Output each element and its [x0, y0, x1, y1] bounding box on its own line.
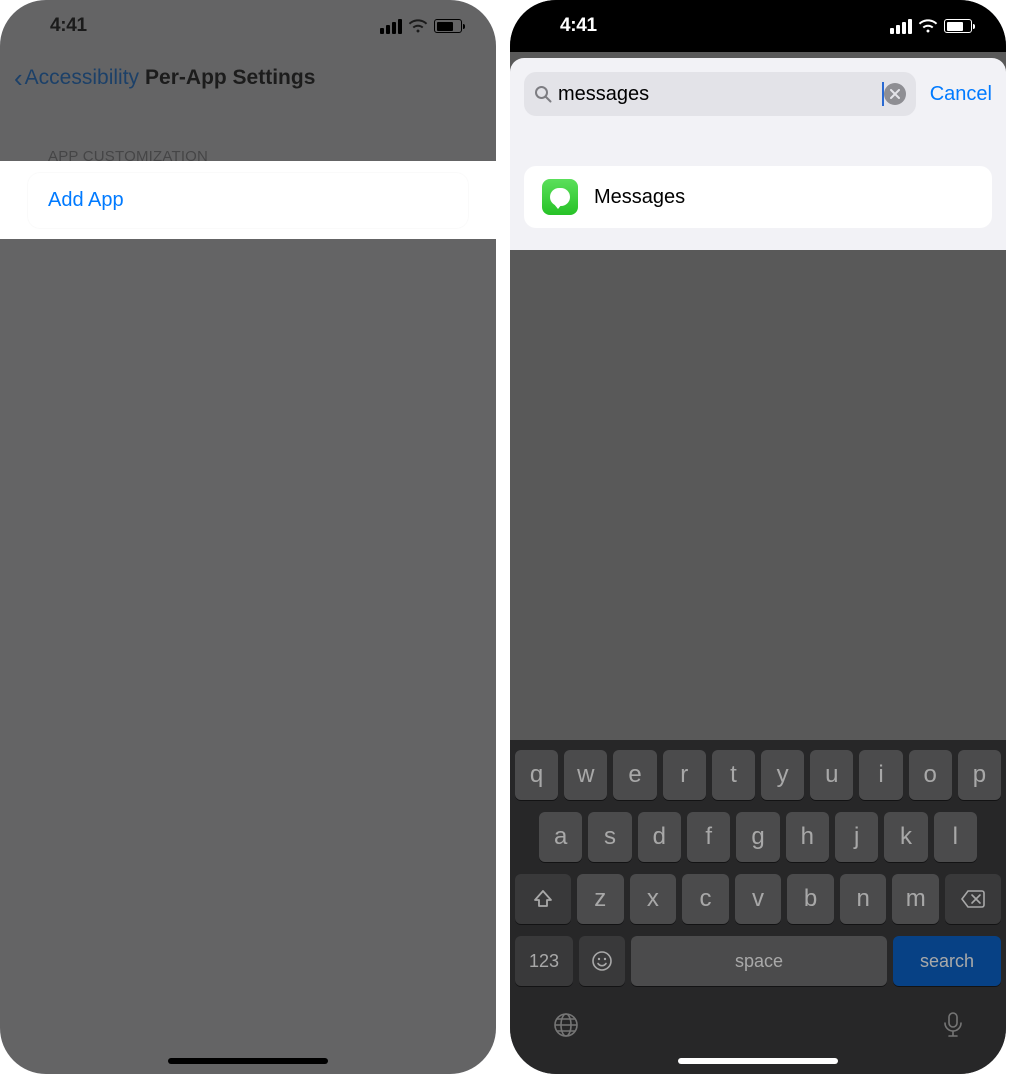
- globe-key[interactable]: [551, 1010, 581, 1040]
- search-sheet: Cancel Messages: [510, 58, 1006, 250]
- key-g[interactable]: g: [736, 812, 779, 862]
- highlighted-region: Add App: [0, 161, 496, 239]
- key-t[interactable]: t: [712, 750, 755, 800]
- key-r[interactable]: r: [663, 750, 706, 800]
- key-m[interactable]: m: [892, 874, 939, 924]
- key-k[interactable]: k: [884, 812, 927, 862]
- key-x[interactable]: x: [630, 874, 677, 924]
- keyboard[interactable]: qwertyuiop asdfghjkl zxcvbnm 123 space s…: [510, 740, 1006, 1074]
- key-f[interactable]: f: [687, 812, 730, 862]
- status-bar: 4:41: [510, 0, 1006, 52]
- key-b[interactable]: b: [787, 874, 834, 924]
- battery-icon: [944, 19, 972, 33]
- right-screenshot: 4:41 Cancel: [510, 0, 1006, 1074]
- result-row-messages[interactable]: Messages: [524, 166, 992, 228]
- search-input[interactable]: [558, 83, 883, 106]
- key-h[interactable]: h: [786, 812, 829, 862]
- key-l[interactable]: l: [934, 812, 977, 862]
- result-label: Messages: [594, 186, 685, 209]
- key-s[interactable]: s: [588, 812, 631, 862]
- search-key[interactable]: search: [893, 936, 1001, 986]
- numbers-key[interactable]: 123: [515, 936, 573, 986]
- backspace-key[interactable]: [945, 874, 1001, 924]
- key-y[interactable]: y: [761, 750, 804, 800]
- home-indicator[interactable]: [678, 1058, 838, 1064]
- wifi-icon: [918, 19, 938, 34]
- key-i[interactable]: i: [859, 750, 902, 800]
- cellular-icon: [380, 19, 402, 34]
- key-u[interactable]: u: [810, 750, 853, 800]
- shift-key[interactable]: [515, 874, 571, 924]
- home-indicator[interactable]: [168, 1058, 328, 1064]
- messages-app-icon: [542, 179, 578, 215]
- search-results: Messages: [524, 166, 992, 228]
- cellular-icon: [890, 19, 912, 34]
- key-e[interactable]: e: [613, 750, 656, 800]
- dictation-key[interactable]: [941, 1010, 965, 1040]
- key-q[interactable]: q: [515, 750, 558, 800]
- key-c[interactable]: c: [682, 874, 729, 924]
- key-j[interactable]: j: [835, 812, 878, 862]
- key-n[interactable]: n: [840, 874, 887, 924]
- status-bar: 4:41: [0, 0, 496, 52]
- left-screenshot: ‹ Accessibility Per-App Settings APP CUS…: [0, 0, 496, 1074]
- cancel-button[interactable]: Cancel: [930, 83, 992, 106]
- key-o[interactable]: o: [909, 750, 952, 800]
- key-p[interactable]: p: [958, 750, 1001, 800]
- battery-icon: [434, 19, 462, 33]
- emoji-key[interactable]: [579, 936, 625, 986]
- add-app-button[interactable]: Add App: [28, 173, 468, 228]
- key-v[interactable]: v: [735, 874, 782, 924]
- key-w[interactable]: w: [564, 750, 607, 800]
- key-a[interactable]: a: [539, 812, 582, 862]
- key-z[interactable]: z: [577, 874, 624, 924]
- search-icon: [534, 85, 552, 103]
- space-key[interactable]: space: [631, 936, 887, 986]
- status-time: 4:41: [50, 15, 87, 37]
- key-d[interactable]: d: [638, 812, 681, 862]
- clear-search-button[interactable]: [884, 83, 906, 105]
- wifi-icon: [408, 19, 428, 34]
- status-time: 4:41: [560, 15, 597, 37]
- add-app-label: Add App: [48, 189, 124, 212]
- search-field[interactable]: [524, 72, 916, 116]
